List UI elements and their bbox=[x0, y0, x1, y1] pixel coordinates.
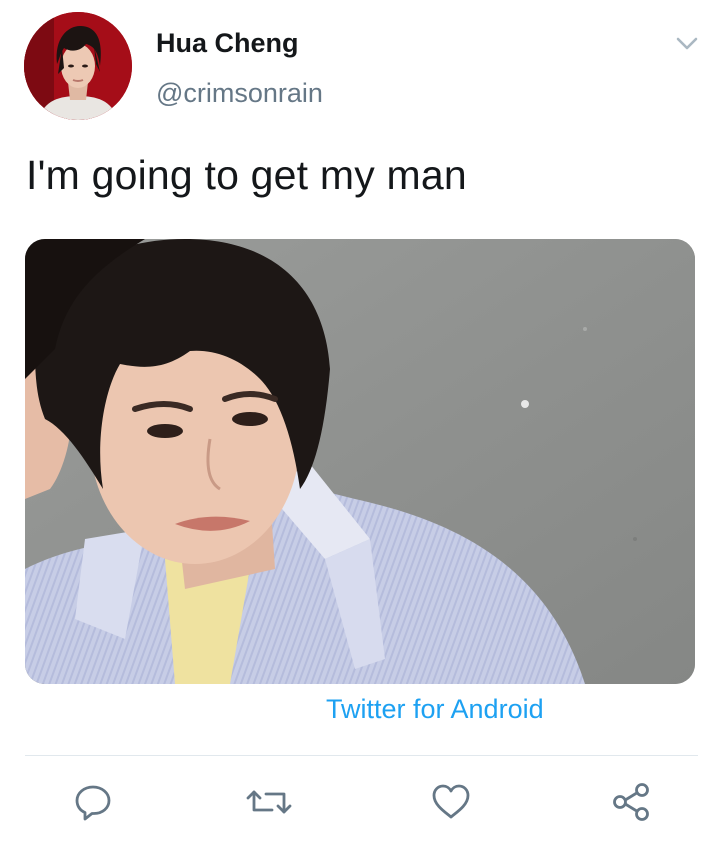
retweet-button[interactable] bbox=[245, 778, 293, 826]
avatar-image bbox=[24, 12, 132, 120]
display-name[interactable]: Hua Cheng bbox=[156, 28, 299, 59]
retweet-icon bbox=[246, 790, 292, 814]
tweet-media-photo[interactable] bbox=[25, 239, 695, 684]
avatar[interactable] bbox=[24, 12, 132, 120]
reply-icon bbox=[75, 785, 111, 821]
user-handle[interactable]: @crimsonrain bbox=[156, 78, 323, 109]
tweet-source-link[interactable]: Twitter for Android bbox=[326, 694, 544, 725]
tweet-menu-button[interactable] bbox=[672, 30, 702, 56]
like-button[interactable] bbox=[427, 778, 475, 826]
share-button[interactable] bbox=[607, 778, 655, 826]
chevron-down-icon bbox=[676, 37, 698, 50]
heart-icon bbox=[432, 784, 470, 819]
reply-button[interactable] bbox=[69, 778, 117, 826]
tweet-text: I'm going to get my man bbox=[26, 152, 467, 198]
photo-image bbox=[25, 239, 695, 684]
actions-divider bbox=[25, 755, 698, 756]
share-icon bbox=[613, 783, 649, 821]
